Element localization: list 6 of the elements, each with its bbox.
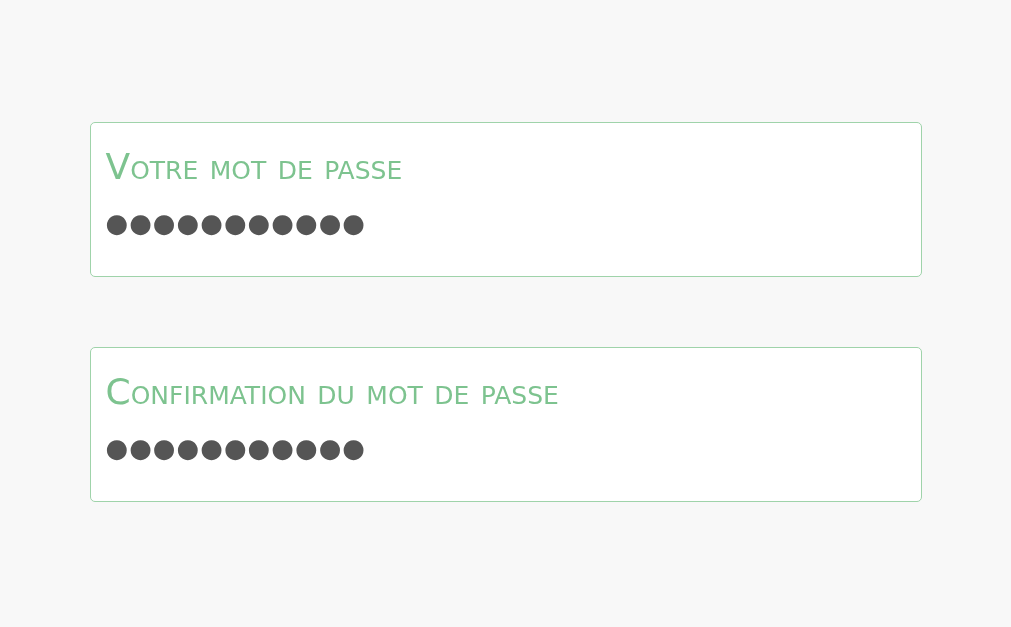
password-value[interactable]: ●●●●●●●●●●● xyxy=(105,205,506,241)
password-field[interactable]: Confirmation du mot de passe ●●●●●●●●●●● xyxy=(89,347,922,502)
password-field[interactable]: Votre mot de passe ●●●●●●●●●●● xyxy=(89,122,922,277)
field-label: Votre mot de passe xyxy=(105,145,404,189)
field-label: Confirmation du mot de passe xyxy=(105,370,560,414)
password-value[interactable]: ●●●●●●●●●●● xyxy=(105,430,506,466)
